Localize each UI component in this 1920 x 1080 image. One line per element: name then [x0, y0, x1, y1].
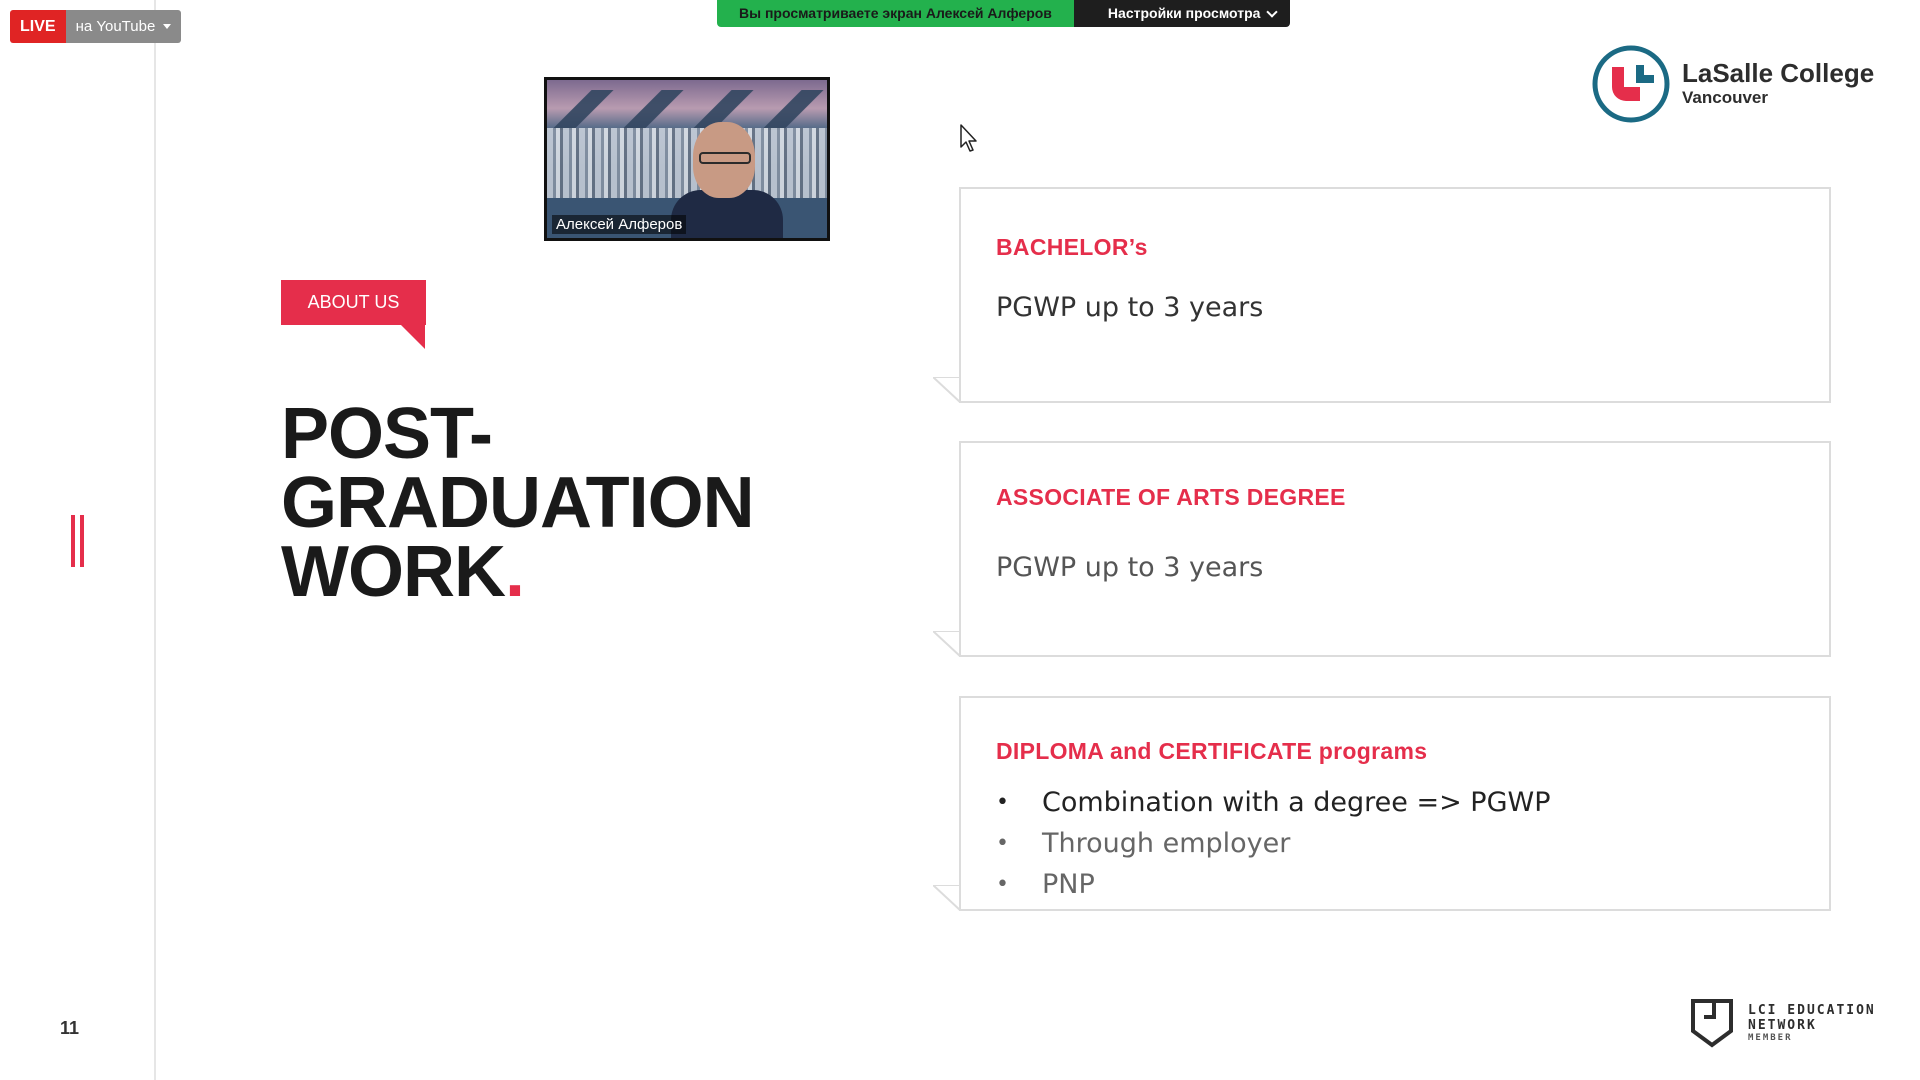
live-target-dropdown[interactable]: на YouTube	[65, 10, 182, 43]
logo-city: Vancouver	[1682, 88, 1768, 107]
card-associate: ASSOCIATE OF ARTS DEGREE PGWP up to 3 ye…	[933, 441, 1831, 657]
bullet-list: • Combination with a degree => PGWP • Thro…	[996, 782, 1550, 905]
live-badge[interactable]: LIVE на YouTube	[10, 10, 182, 43]
mouse-pointer-icon	[960, 124, 977, 152]
lci-line-1: LCI EDUCATION	[1748, 1003, 1876, 1018]
live-target-label: на YouTube	[75, 18, 156, 35]
headline-line-1: POST-	[281, 394, 493, 474]
lasalle-logo: LaSalle College Vancouver	[1592, 45, 1874, 123]
card-body: PGWP up to 3 years	[996, 292, 1264, 323]
screen-share-bar: Вы просматриваете экран Алексей Алферов …	[717, 0, 1291, 27]
participant-video-tile[interactable]: Алексей Алферов	[544, 77, 830, 241]
card-title: DIPLOMA and CERTIFICATE programs	[996, 738, 1428, 764]
card-bachelors: BACHELOR’s PGWP up to 3 years	[933, 187, 1831, 403]
lasalle-logo-icon	[1592, 45, 1670, 123]
headline-line-3: WORK	[281, 532, 506, 612]
lci-line-2: NETWORK	[1748, 1018, 1817, 1033]
participant-name: Алексей Алферов	[552, 215, 687, 234]
glasses	[699, 152, 751, 164]
card-title: ASSOCIATE OF ARTS DEGREE	[996, 484, 1346, 510]
card-notch	[933, 377, 961, 403]
card-diploma: DIPLOMA and CERTIFICATE programs • Combin…	[933, 696, 1831, 911]
card-notch	[933, 885, 961, 911]
list-item: • Combination with a degree => PGWP	[996, 787, 1551, 818]
list-item: • Through employer	[996, 828, 1291, 859]
headline-dot: .	[504, 532, 525, 612]
card-body: PGWP up to 3 years	[996, 552, 1264, 583]
left-rail: 11	[0, 0, 156, 1080]
live-label: LIVE	[10, 10, 66, 43]
view-settings-button[interactable]: Настройки просмотра	[1073, 0, 1291, 27]
view-settings-label: Настройки просмотра	[1107, 5, 1261, 21]
slide-headline: POST- GRADUATION WORK.	[281, 394, 841, 608]
share-status: Вы просматриваете экран Алексей Алферов	[717, 0, 1074, 27]
list-item: • PNP	[996, 869, 1095, 900]
card-title: BACHELOR’s	[996, 234, 1148, 260]
caret-down-icon	[163, 24, 172, 29]
logo-name: LaSalle College	[1682, 58, 1875, 88]
about-us-tag: ABOUT US	[281, 280, 426, 325]
lci-network-badge: LCI EDUCATION NETWORK MEMBER	[1690, 998, 1876, 1048]
chevron-down-icon	[1266, 5, 1279, 18]
slide-number: 11	[60, 1018, 80, 1038]
lci-member: MEMBER	[1748, 1033, 1793, 1043]
headline-line-2: GRADUATION	[281, 463, 755, 543]
card-notch	[933, 631, 961, 657]
shield-icon	[1691, 999, 1733, 1048]
tag-tail	[401, 325, 425, 349]
accent-bars	[71, 515, 85, 567]
